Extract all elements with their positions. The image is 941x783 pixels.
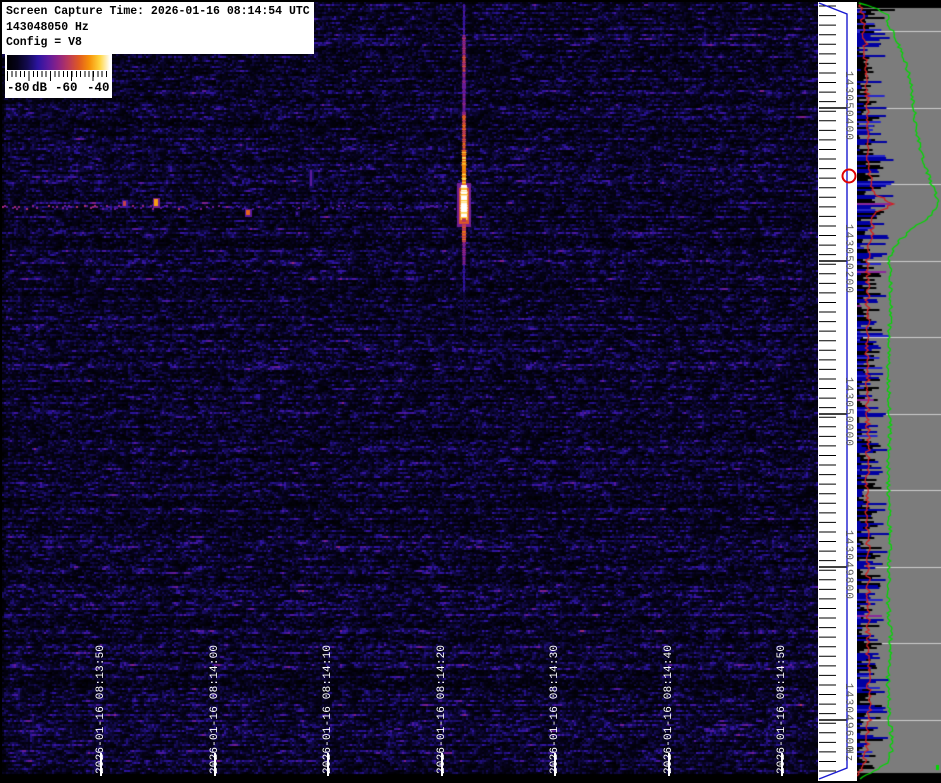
info-line-frequency: 143048050 Hz <box>6 20 314 36</box>
info-line-config: Config = V8 <box>6 35 314 51</box>
freq-tick-label: 143049800 <box>842 530 854 604</box>
freq-tick-label: 143049600 <box>842 683 854 757</box>
info-line-capture-time: Screen Capture Time: 2026-01-16 08:14:54… <box>6 4 314 20</box>
colorbar-label: dB <box>32 81 47 95</box>
freq-tick-label: 143050000 <box>842 377 854 451</box>
spectrum-panel-canvas <box>857 0 941 783</box>
peak-marker-ring <box>843 170 856 183</box>
screen: 2026-01-16 08:13:502026-01-16 08:14:0020… <box>0 0 941 783</box>
colorbar-labels: -80dB -60 -40 <box>7 82 110 97</box>
colorbar: -80dB -60 -40 <box>5 53 112 98</box>
colorbar-label: -40 <box>87 81 110 95</box>
freq-tick-label: 143050400 <box>842 71 854 145</box>
frequency-axis: 143050400 143050200 143050000 143049800 1430… <box>818 2 857 781</box>
colorbar-major-ticks <box>7 71 110 81</box>
capture-info-box: Screen Capture Time: 2026-01-16 08:14:54… <box>2 2 314 54</box>
spectrogram-waterfall-canvas <box>2 2 818 777</box>
freq-unit-label: Hz <box>842 747 854 769</box>
colorbar-label: -60 <box>55 81 78 95</box>
freq-tick-label: 143050200 <box>842 224 854 298</box>
colorbar-gradient <box>7 55 110 70</box>
colorbar-label: -80 <box>7 81 30 95</box>
